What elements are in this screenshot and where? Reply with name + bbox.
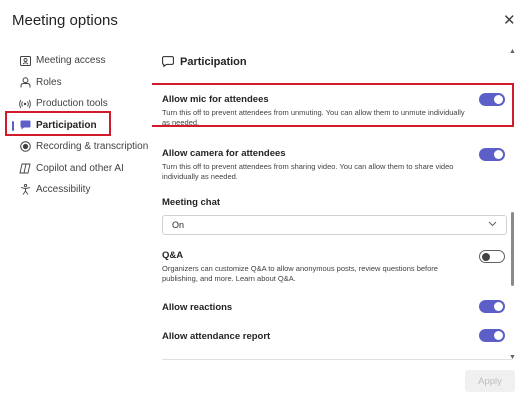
record-icon: [19, 141, 31, 153]
scroll-up-arrow[interactable]: ▲: [509, 48, 516, 55]
accessibility-icon: [19, 184, 31, 196]
setting-label: Allow reactions: [162, 302, 233, 313]
setting-allow-reactions: Allow reactions: [162, 300, 507, 313]
allow-mic-toggle[interactable]: [479, 93, 505, 106]
setting-description: Turn this off to prevent attendees from …: [162, 162, 454, 181]
apply-button[interactable]: Apply: [465, 370, 515, 392]
sidebar-item-recording[interactable]: Recording & transcription: [0, 136, 150, 158]
sidebar-item-label: Meeting access: [36, 55, 106, 67]
setting-description: Turn this off to prevent attendees from …: [162, 108, 465, 127]
dialog-title: Meeting options: [12, 12, 118, 29]
sidebar-item-roles[interactable]: Roles: [0, 72, 150, 94]
setting-allow-mic: Allow mic for attendees Turn this off to…: [162, 93, 507, 128]
setting-label: Allow attendance report: [162, 331, 271, 342]
sidebar-item-label: Recording & transcription: [36, 141, 149, 153]
allow-camera-toggle[interactable]: [479, 148, 505, 161]
sidebar-item-accessibility[interactable]: Accessibility: [0, 179, 150, 201]
copilot-icon: [19, 162, 31, 174]
attendance-report-toggle[interactable]: [479, 329, 505, 342]
sidebar-item-label: Accessibility: [36, 184, 91, 196]
setting-qa: Q&A Organizers can customize Q&A to allo…: [162, 250, 507, 284]
qa-toggle[interactable]: [479, 250, 505, 263]
close-button[interactable]: ✕: [503, 13, 516, 28]
scrollbar-thumb[interactable]: [511, 212, 514, 286]
setting-description: Organizers can customize Q&A to allow an…: [162, 264, 438, 283]
divider: [162, 359, 512, 360]
setting-allow-camera: Allow camera for attendees Turn this off…: [162, 148, 507, 182]
scroll-down-arrow[interactable]: ▼: [509, 354, 516, 361]
broadcast-icon: [19, 98, 31, 110]
sidebar-item-label: Production tools: [36, 98, 108, 110]
person-icon: [19, 76, 31, 88]
sidebar-item-meeting-access[interactable]: Meeting access: [0, 50, 150, 72]
sidebar-item-label: Copilot and other AI: [36, 162, 124, 174]
setting-attendance-report: Allow attendance report: [162, 329, 507, 342]
sidebar-item-label: Roles: [36, 76, 62, 88]
allow-reactions-toggle[interactable]: [479, 300, 505, 313]
participation-highlight-box: [5, 111, 111, 136]
setting-meeting-chat: Meeting chat: [162, 197, 507, 208]
section-title: Participation: [162, 56, 247, 68]
setting-label: Meeting chat: [162, 197, 221, 208]
id-card-icon: [19, 55, 31, 67]
setting-label: Allow camera for attendees: [162, 148, 286, 159]
setting-label: Allow mic for attendees: [162, 94, 269, 105]
section-title-text: Participation: [180, 56, 247, 68]
setting-label: Q&A: [162, 250, 184, 261]
settings-panel: Participation Allow mic for attendees Tu…: [152, 42, 514, 362]
sidebar-item-copilot[interactable]: Copilot and other AI: [0, 158, 150, 180]
select-value: On: [172, 220, 185, 230]
meeting-chat-select[interactable]: On: [162, 215, 507, 235]
chevron-down-icon: [488, 219, 497, 230]
chat-bubble-icon: [162, 56, 174, 68]
